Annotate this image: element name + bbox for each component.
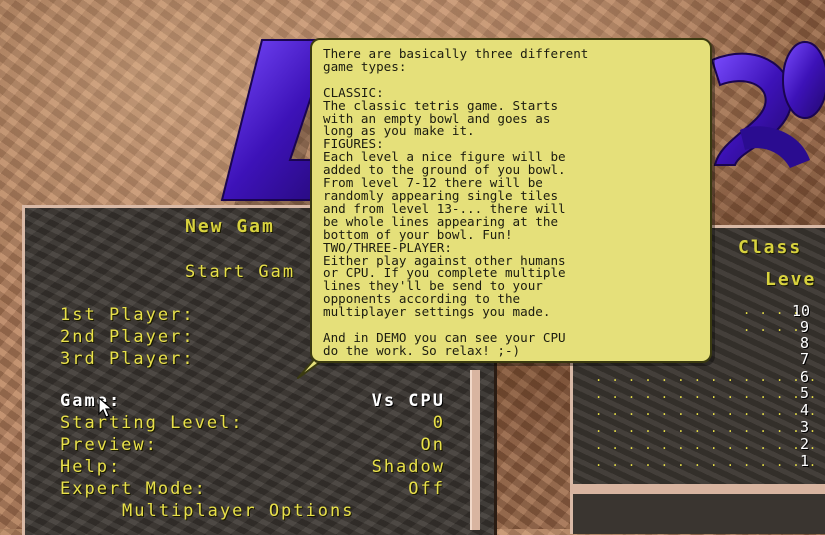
score-dots-row: . . . . . . . . . . . . . .	[595, 455, 818, 469]
game-type-value[interactable]: Vs CPU	[315, 391, 445, 411]
level-number: 1	[800, 452, 810, 470]
new-game-header: New Gam	[185, 216, 275, 237]
level-number: 5	[800, 384, 810, 402]
player-3-label[interactable]: 3rd Player:	[60, 349, 195, 369]
mouse-cursor-icon	[98, 397, 114, 418]
preview-label[interactable]: Preview:	[60, 435, 158, 455]
help-label[interactable]: Help:	[60, 457, 121, 477]
help-value[interactable]: Shadow	[315, 457, 445, 477]
expert-mode-label[interactable]: Expert Mode:	[60, 479, 207, 499]
score-dots-row: . . . . . . . . . . . . . .	[595, 404, 818, 418]
player-1-label[interactable]: 1st Player:	[60, 305, 195, 325]
panel-divider	[470, 370, 480, 530]
level-number: 3	[800, 418, 810, 436]
level-number: 4	[800, 401, 810, 419]
player-2-label[interactable]: 2nd Player:	[60, 327, 195, 347]
level-number: 7	[800, 350, 810, 368]
highscore-panel-border	[570, 484, 825, 494]
start-game-button[interactable]: Start Gam	[185, 262, 295, 282]
tooltip-text: There are basically three different game…	[323, 46, 589, 358]
expert-mode-value[interactable]: Off	[315, 479, 445, 499]
score-dots-row: . . . . . . . . . . . . . .	[595, 438, 818, 452]
score-dots-row: . . . . . . . . . . . . . .	[595, 387, 818, 401]
score-dots-row: . . . . . . . . . . . . . .	[595, 421, 818, 435]
highscore-level-header: Leve	[765, 269, 817, 290]
preview-value[interactable]: On	[315, 435, 445, 455]
starting-level-value[interactable]: 0	[315, 413, 445, 433]
starting-level-label[interactable]: Starting Level:	[60, 413, 244, 433]
highscore-header: Class	[738, 237, 803, 258]
help-tooltip: There are basically three different game…	[310, 38, 712, 363]
highscore-panel-lower	[570, 494, 825, 534]
level-number: 2	[800, 435, 810, 453]
score-dots-row: . . . . . . . . . . . . . .	[595, 370, 818, 384]
multiplayer-options-button[interactable]: Multiplayer Options	[122, 501, 354, 521]
